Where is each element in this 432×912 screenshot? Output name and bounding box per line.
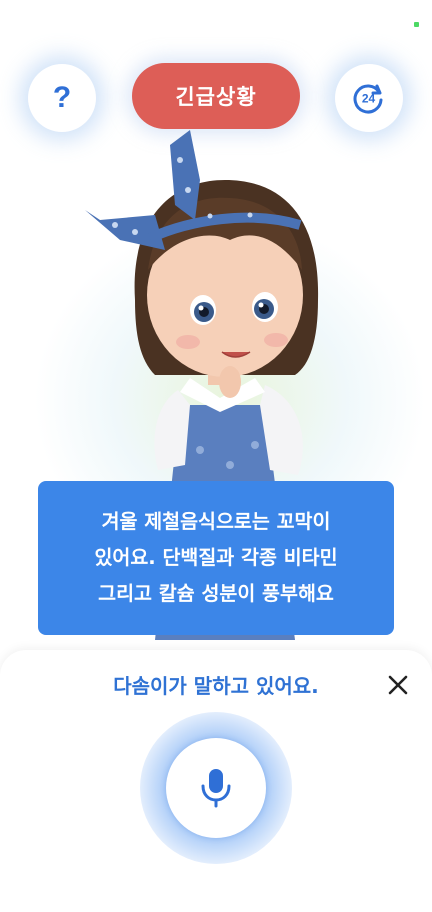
close-icon: [388, 675, 408, 695]
microphone-icon: [201, 769, 231, 808]
app-screen: ? 긴급상황 24 겨울 제철음식으로는 꼬막이 있어요. 단백질과 각종 비타…: [0, 0, 432, 912]
clock-24-icon: 24: [353, 84, 383, 114]
close-button[interactable]: [383, 670, 413, 700]
speech-line: 있어요. 단백질과 각종 비타민: [94, 546, 338, 569]
emergency-label: 긴급상황: [175, 85, 257, 109]
speech-line: 겨울 제철음식으로는 꼬막이: [101, 510, 331, 533]
speaking-status-text: 다솜이가 말하고 있어요.: [113, 674, 319, 698]
speech-line: 그리고 칼슘 성분이 풍부해요: [98, 582, 334, 605]
help-icon: ?: [52, 81, 72, 114]
speech-bubble: 겨울 제철음식으로는 꼬막이 있어요. 단백질과 각종 비타민 그리고 칼슘 성…: [38, 481, 394, 635]
status-indicator: [414, 22, 419, 27]
timer-label: 24: [362, 92, 376, 106]
microphone-button[interactable]: [166, 738, 266, 838]
